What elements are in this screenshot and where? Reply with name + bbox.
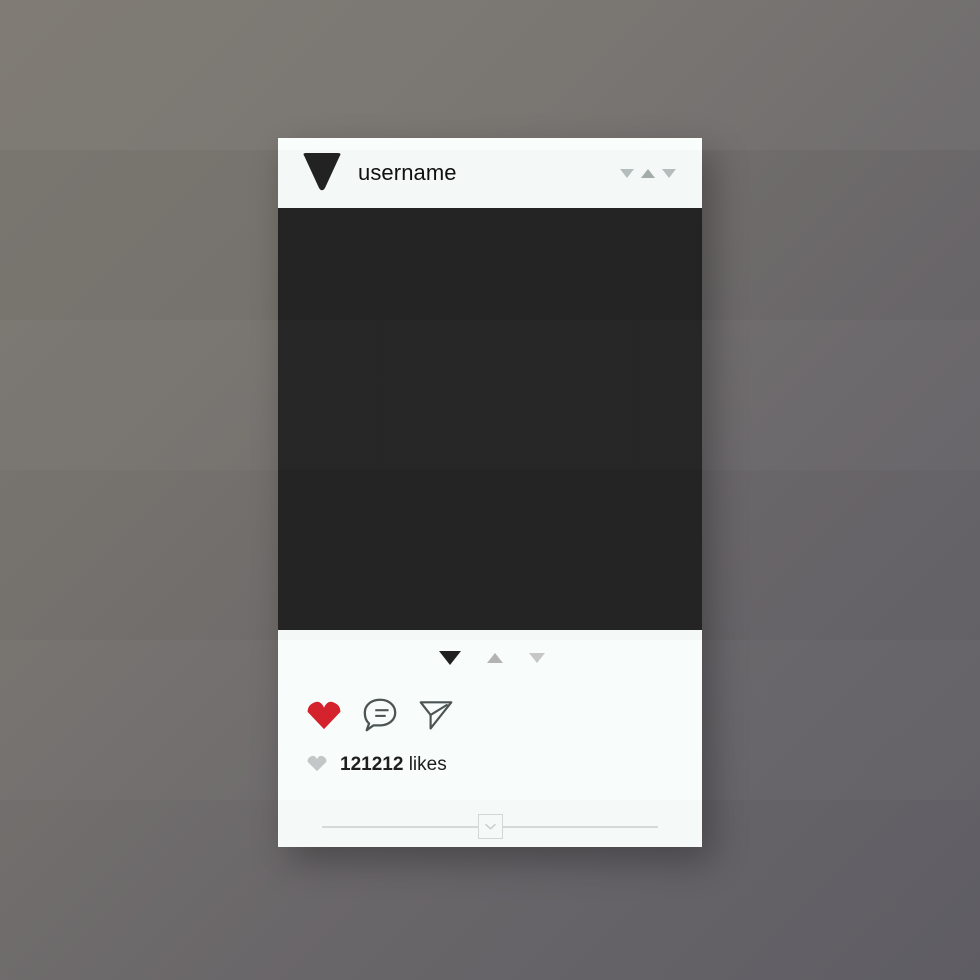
carousel-indicators (278, 630, 702, 686)
carousel-dot[interactable] (487, 653, 503, 663)
comment-button[interactable] (360, 694, 400, 734)
like-button[interactable] (304, 694, 344, 734)
username-label[interactable]: username (358, 162, 457, 184)
triangle-down-icon (620, 168, 634, 178)
likes-text: 121212 likes (340, 754, 447, 776)
divider-right (502, 825, 658, 828)
post-actions (278, 686, 702, 740)
post-photo[interactable] (278, 208, 702, 630)
chevron-down-icon[interactable] (477, 814, 503, 839)
divider-left (322, 825, 478, 828)
backdrop: username 121212 likes (0, 0, 980, 980)
post-body: 121212 likes (278, 630, 702, 839)
likes-row: 121212 likes (278, 740, 702, 780)
share-button[interactable] (416, 694, 456, 734)
triangle-up-icon (641, 168, 655, 178)
heart-small-icon (306, 753, 328, 778)
triangle-down-avatar-icon[interactable] (298, 152, 346, 194)
likes-count: 121212 (340, 754, 404, 775)
carousel-dot-active[interactable] (439, 651, 461, 665)
triangle-down-icon (662, 168, 676, 178)
likes-label: likes (408, 754, 447, 775)
post-card: username 121212 likes (278, 138, 702, 847)
carousel-dot[interactable] (529, 653, 545, 663)
post-header: username (278, 138, 702, 208)
expand-divider (278, 780, 702, 839)
more-options-button[interactable] (620, 168, 684, 178)
